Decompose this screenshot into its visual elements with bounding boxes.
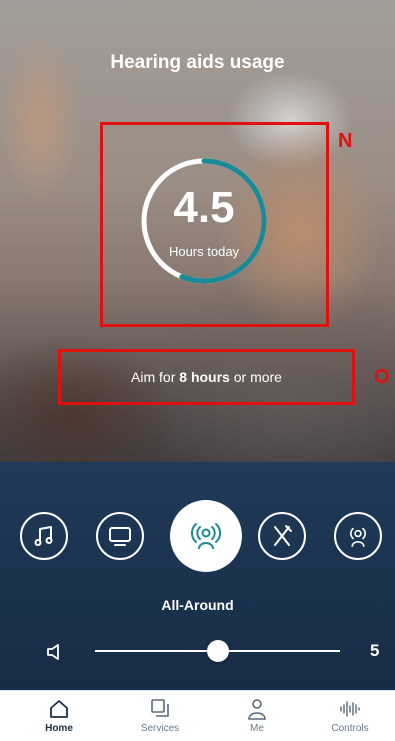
- bottom-tab-bar: Home Services Me Controls: [0, 690, 395, 741]
- annotation-box-n: [100, 122, 329, 327]
- volume-speaker-icon: [47, 644, 59, 660]
- equalizer-icon: [340, 701, 360, 717]
- program-music-button[interactable]: [20, 512, 68, 560]
- page-title: Hearing aids usage: [110, 52, 285, 73]
- volume-value: 5: [370, 641, 380, 660]
- annotation-label-n: N: [338, 130, 353, 152]
- tab-services[interactable]: Services: [115, 691, 205, 741]
- tab-services-label: Services: [140, 723, 180, 734]
- program-selector: [0, 498, 395, 588]
- music-note-icon: [34, 526, 53, 546]
- hearing-person-icon: [350, 527, 366, 547]
- tab-controls-label: Controls: [331, 723, 369, 734]
- tab-controls[interactable]: Controls: [305, 691, 395, 741]
- home-icon: [50, 700, 68, 718]
- annotation-label-o: O: [374, 366, 390, 388]
- tab-me[interactable]: Me: [212, 691, 302, 741]
- program-tv-button[interactable]: [96, 512, 144, 560]
- program-name-label: All-Around: [161, 597, 234, 613]
- fork-knife-icon: [274, 525, 292, 546]
- annotation-box-o: [58, 349, 355, 405]
- program-restaurant-button[interactable]: [258, 512, 306, 560]
- tab-me-label: Me: [250, 723, 264, 734]
- program-speech-button[interactable]: [334, 512, 382, 560]
- hearing-person-icon: [190, 523, 222, 550]
- services-icon: [151, 699, 169, 717]
- person-icon: [248, 699, 266, 720]
- program-all-around-button[interactable]: [170, 500, 242, 572]
- tv-icon: [109, 527, 131, 546]
- volume-slider-thumb[interactable]: [206, 640, 229, 662]
- tab-home-label: Home: [45, 723, 73, 734]
- tab-home[interactable]: Home: [14, 691, 104, 741]
